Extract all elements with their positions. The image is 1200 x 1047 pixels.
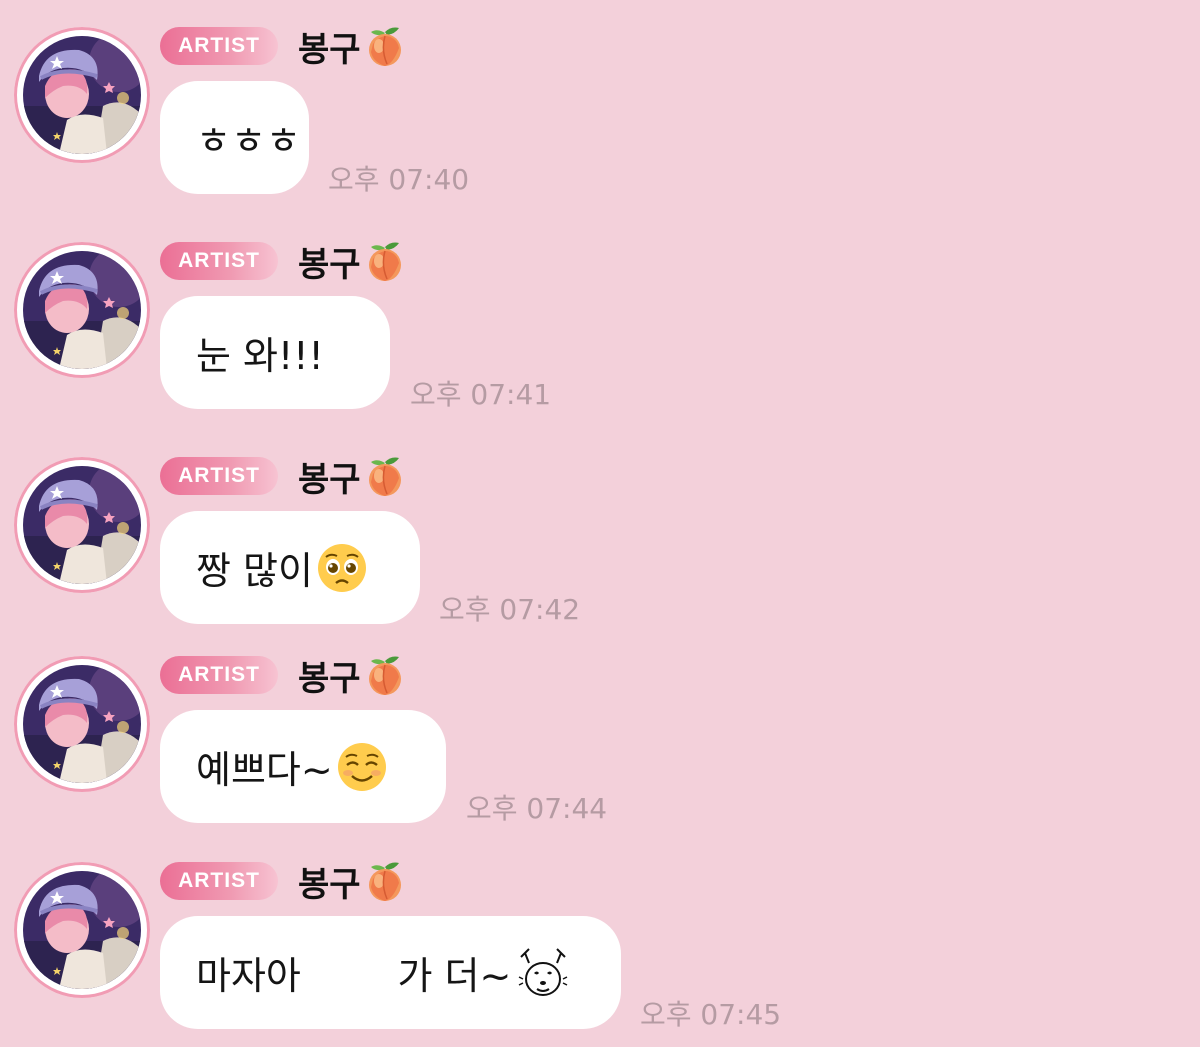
sender-name-row: 봉구: [298, 237, 407, 285]
sender-name: 봉구: [298, 244, 361, 285]
peach-icon: [363, 454, 407, 498]
message-bubble[interactable]: 짱 많이: [160, 511, 420, 624]
message-row: ARTIST 봉구 짱 많이 오후 07:42: [0, 430, 1200, 630]
artist-badge: ARTIST: [160, 27, 278, 65]
timestamp: 오후 07:44: [466, 792, 608, 825]
message-text: 마자아 가 더~: [196, 954, 512, 998]
artist-badge: ARTIST: [160, 862, 278, 900]
sender-name: 봉구: [298, 459, 361, 500]
message-row: ARTIST 봉구 눈 와!!! 오후 07:41: [0, 215, 1200, 415]
sender-name-row: 봉구: [298, 651, 407, 699]
message-bubble[interactable]: 마자아 가 더~: [160, 916, 621, 1029]
timestamp: 오후 07:42: [439, 593, 581, 626]
message-bubble[interactable]: 예쁘다~: [160, 710, 446, 823]
peach-icon: [363, 653, 407, 697]
message-text: 눈 와!!!: [196, 334, 324, 378]
message-row: ARTIST 봉구 ㅎㅎㅎ 오후 07:40: [0, 0, 1200, 200]
deer-sticker-icon: [515, 945, 571, 1001]
timestamp: 오후 07:40: [328, 163, 470, 196]
pleading-face-icon: [315, 541, 369, 595]
chat-screen: { "colors": { "background": "#f3d0da", "…: [0, 0, 1200, 1047]
timestamp: 오후 07:45: [640, 998, 782, 1031]
message-bubble[interactable]: ㅎㅎㅎ: [160, 81, 309, 194]
timestamp: 오후 07:41: [410, 378, 552, 411]
avatar[interactable]: [14, 862, 150, 998]
peach-icon: [363, 24, 407, 68]
peach-icon: [363, 239, 407, 283]
sender-name: 봉구: [298, 29, 361, 70]
message-text: ㅎㅎㅎ: [196, 119, 301, 163]
peach-icon: [363, 859, 407, 903]
message-row: ARTIST 봉구 마자아 가 더~ 오후 07:45: [0, 835, 1200, 1035]
avatar[interactable]: [14, 457, 150, 593]
sender-name: 봉구: [298, 658, 361, 699]
avatar[interactable]: [14, 27, 150, 163]
sender-name-row: 봉구: [298, 22, 407, 70]
message-text: 예쁘다~: [196, 748, 333, 792]
message-text: 짱 많이: [196, 549, 313, 593]
sender-name: 봉구: [298, 864, 361, 905]
sender-name-row: 봉구: [298, 452, 407, 500]
sender-name-row: 봉구: [298, 857, 407, 905]
avatar[interactable]: [14, 656, 150, 792]
message-row: ARTIST 봉구 예쁘다~ 오후 07:44: [0, 629, 1200, 829]
smiling-face-icon: [335, 740, 389, 794]
message-bubble[interactable]: 눈 와!!!: [160, 296, 390, 409]
artist-badge: ARTIST: [160, 656, 278, 694]
artist-badge: ARTIST: [160, 242, 278, 280]
avatar[interactable]: [14, 242, 150, 378]
artist-badge: ARTIST: [160, 457, 278, 495]
